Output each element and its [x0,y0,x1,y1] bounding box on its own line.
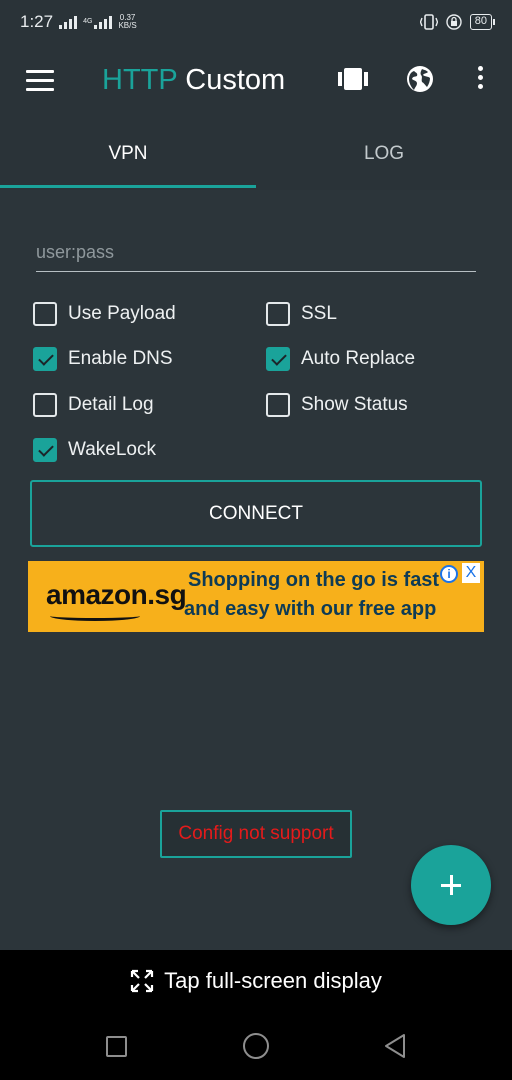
show-status-checkbox-box[interactable] [266,393,290,417]
checkbox-wakelock[interactable]: WakeLock [33,434,156,466]
more-options-icon[interactable] [472,66,488,96]
checkbox-detail-log[interactable]: Detail Log [33,389,154,421]
home-icon[interactable] [243,1033,269,1059]
wakelock-checkbox-box[interactable] [33,438,57,462]
recents-icon[interactable] [106,1036,127,1057]
carousel-view-icon[interactable] [338,68,368,90]
checkbox-ssl[interactable]: SSL [266,298,337,330]
ad-info-icon[interactable]: i [440,565,458,583]
back-icon[interactable] [382,1032,408,1060]
auto-replace-label: Auto Replace [301,348,416,369]
ssl-label: SSL [301,303,337,324]
network-speed: 0.37 KB/S [118,13,137,30]
checkbox-auto-replace[interactable]: Auto Replace [266,343,415,375]
wakelock-label: WakeLock [68,439,156,460]
hamburger-menu-icon[interactable] [26,70,54,92]
connect-button[interactable]: CONNECT [30,480,482,547]
checkbox-use-payload[interactable]: Use Payload [33,298,176,330]
app-title: HTTP Custom [102,64,286,96]
lock-icon [446,14,462,30]
enable-dns-label: Enable DNS [68,348,173,369]
globe-icon[interactable] [405,64,435,94]
use-payload-label: Use Payload [68,303,176,324]
battery-icon: 80 [469,14,496,30]
status-bar: 1:27 4G 0.37 KB/S 80 [0,0,512,44]
fullscreen-hint-bar[interactable]: Tap full-screen display [0,950,512,1012]
signal-icon-2 [94,15,113,29]
checkbox-enable-dns[interactable]: Enable DNS [33,343,173,375]
system-nav-bar [0,1012,512,1080]
detail-log-label: Detail Log [68,394,154,415]
amazon-logo: amazon.sg [46,579,187,610]
use-payload-checkbox-box[interactable] [33,302,57,326]
fullscreen-hint-text: Tap full-screen display [164,968,382,993]
status-time: 1:27 [20,12,54,31]
tab-indicator [0,185,256,188]
ad-close-icon[interactable]: X [462,563,480,583]
add-fab-button[interactable] [411,845,491,925]
checkbox-show-status[interactable]: Show Status [266,389,408,421]
userpass-input[interactable] [36,240,476,272]
enable-dns-checkbox-box[interactable] [33,347,57,371]
signal-icon [59,15,78,29]
ad-banner[interactable]: amazon.sg Shopping on the go is fast and… [28,561,484,632]
expand-icon [131,969,154,993]
vibrate-icon [419,14,438,30]
detail-log-checkbox-box[interactable] [33,393,57,417]
tab-bar: VPN LOG [0,120,512,190]
tab-vpn[interactable]: VPN [0,120,256,190]
auto-replace-checkbox-box[interactable] [266,347,290,371]
ad-text-line2: and easy with our free app [184,598,437,620]
ad-text-line1: Shopping on the go is fast [188,569,440,591]
tab-log[interactable]: LOG [256,120,512,190]
amazon-smile [50,611,140,621]
ssl-checkbox-box[interactable] [266,302,290,326]
config-status-button[interactable]: Config not support [160,810,352,858]
vpn-panel: Use Payload SSL Enable DNS Auto Replace … [0,190,512,950]
network-type: 4G [83,18,93,25]
show-status-label: Show Status [301,394,408,415]
app-bar: HTTP Custom [0,44,512,120]
